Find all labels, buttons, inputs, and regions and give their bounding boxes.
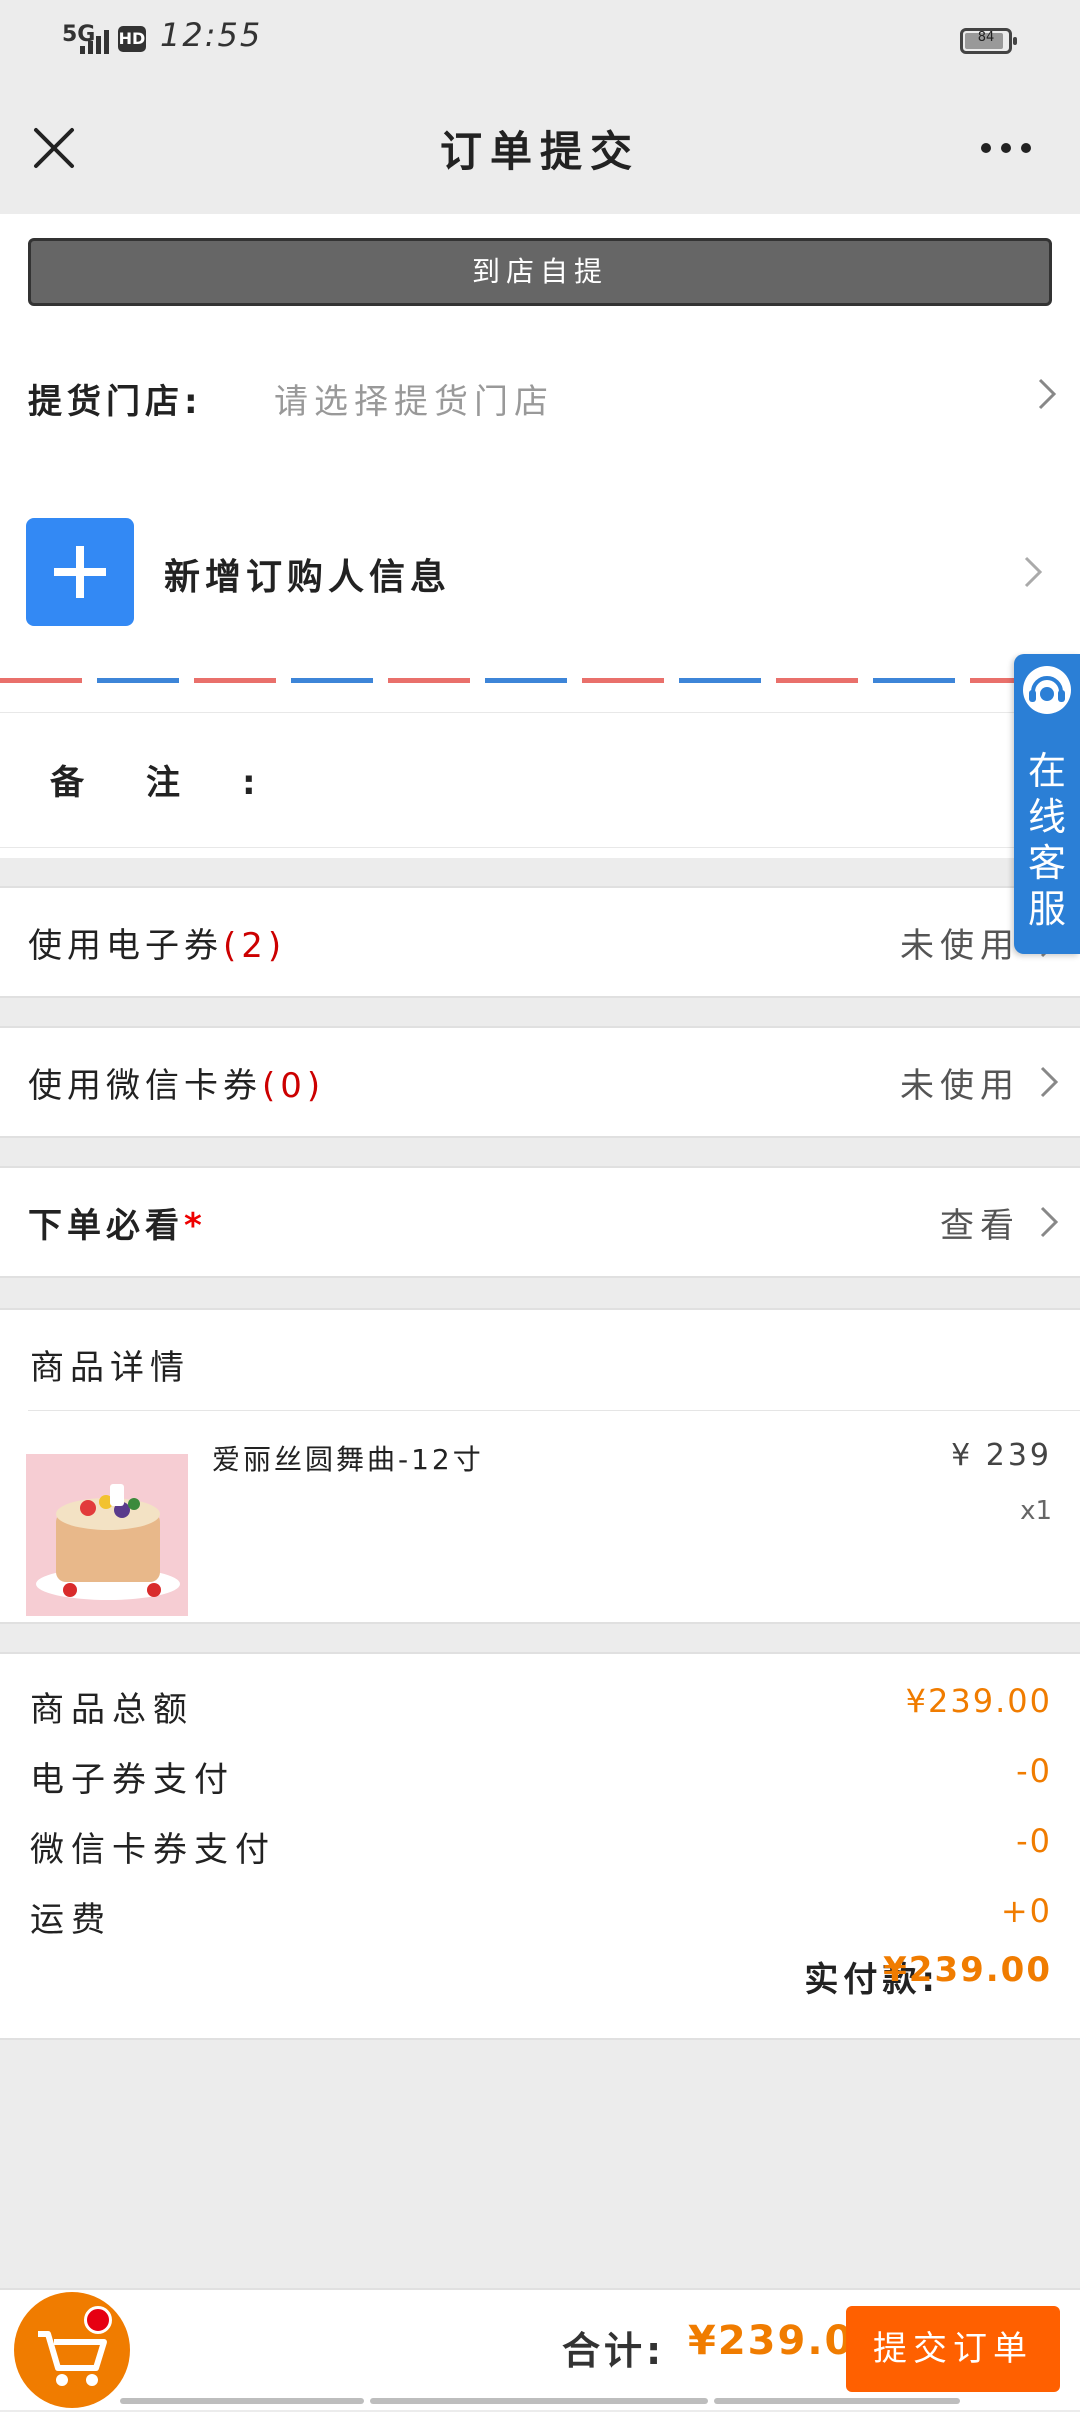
product-name: 爱丽丝圆舞曲-12寸 bbox=[212, 1443, 484, 1476]
divider bbox=[28, 1410, 1080, 1411]
chevron-right-icon bbox=[1040, 1066, 1059, 1098]
chevron-right-icon bbox=[1038, 378, 1057, 410]
summary-wechat-card-value: -0 bbox=[1016, 1822, 1052, 1860]
page-title: 订单提交 bbox=[439, 127, 640, 176]
footer-total-label: 合计: bbox=[562, 2329, 666, 2373]
price-summary: 商品总额 ¥239.00 电子券支付 -0 微信卡券支付 -0 运费 +0 实付… bbox=[0, 1652, 1080, 2040]
cart-icon bbox=[38, 2331, 107, 2386]
more-icon[interactable] bbox=[978, 124, 1034, 172]
store-select-row[interactable]: 提货门店: 请选择提货门店 bbox=[28, 360, 1058, 430]
scroll-indicator bbox=[714, 2398, 960, 2404]
summary-shipping-value: +0 bbox=[1000, 1892, 1052, 1930]
cake-image bbox=[26, 1454, 188, 1616]
add-buyer-row[interactable]: 新增订购人信息 bbox=[26, 518, 1056, 628]
wechat-card-row[interactable]: 使用微信卡券(0) 未使用 bbox=[0, 1026, 1080, 1138]
status-bar: 5G HD 12:55 84 bbox=[0, 0, 1080, 80]
e-coupon-label: 使用电子券(2) bbox=[28, 926, 287, 966]
product-quantity: x1 bbox=[1020, 1496, 1052, 1526]
headset-icon bbox=[1023, 666, 1071, 714]
store-label: 提货门店: bbox=[28, 382, 203, 422]
wechat-card-count: (0) bbox=[262, 1066, 326, 1106]
airmail-divider bbox=[0, 678, 1080, 684]
product-image[interactable] bbox=[26, 1454, 188, 1616]
summary-goods-total-label: 商品总额 bbox=[30, 1690, 194, 1730]
add-buyer-label: 新增订购人信息 bbox=[164, 557, 452, 598]
chevron-right-icon bbox=[1024, 556, 1043, 588]
order-notice-row[interactable]: 下单必看* 查看 bbox=[0, 1166, 1080, 1278]
summary-wechat-card-label: 微信卡券支付 bbox=[30, 1830, 276, 1870]
product-price: ¥ 239 bbox=[951, 1438, 1052, 1473]
summary-e-coupon-label: 电子券支付 bbox=[30, 1760, 235, 1800]
signal-icon bbox=[80, 30, 109, 54]
cart-badge bbox=[84, 2306, 112, 2334]
store-placeholder: 请选择提货门店 bbox=[274, 382, 554, 422]
submit-order-button[interactable]: 提交订单 bbox=[846, 2306, 1060, 2392]
clock: 12:55 bbox=[160, 16, 263, 54]
customer-service-label: 在线客服 bbox=[1027, 749, 1066, 931]
chevron-right-icon bbox=[1040, 1206, 1059, 1238]
summary-paid-value: ¥239.00 bbox=[883, 1950, 1052, 1990]
goods-title: 商品详情 bbox=[30, 1348, 190, 1388]
pickup-mode-button[interactable]: 到店自提 bbox=[28, 238, 1052, 306]
scroll-indicator bbox=[370, 2398, 708, 2404]
remark-row[interactable]: 备注: bbox=[0, 712, 1080, 848]
wechat-card-status: 未使用 bbox=[900, 1066, 1020, 1106]
battery-icon: 84 bbox=[960, 28, 1017, 54]
e-coupon-row[interactable]: 使用电子券(2) 未使用 bbox=[0, 886, 1080, 998]
order-notice-action: 查看 bbox=[940, 1206, 1020, 1246]
e-coupon-count: (2) bbox=[223, 926, 287, 966]
remark-label: 备注: bbox=[50, 763, 318, 803]
plus-icon bbox=[26, 518, 134, 626]
wechat-card-label: 使用微信卡券(0) bbox=[28, 1066, 326, 1106]
hd-badge: HD bbox=[118, 26, 146, 52]
required-mark: * bbox=[184, 1206, 207, 1246]
scroll-indicator bbox=[120, 2398, 364, 2404]
e-coupon-status: 未使用 bbox=[900, 926, 1020, 966]
goods-panel: 商品详情 爱丽丝圆舞曲-12寸 ¥ 239 x1 bbox=[0, 1308, 1080, 1624]
nav-bar: 订单提交 bbox=[0, 80, 1080, 214]
summary-e-coupon-value: -0 bbox=[1016, 1752, 1052, 1790]
order-notice-label: 下单必看* bbox=[28, 1206, 207, 1246]
cart-button[interactable] bbox=[14, 2292, 130, 2408]
summary-goods-total-value: ¥239.00 bbox=[905, 1682, 1052, 1720]
summary-shipping-label: 运费 bbox=[30, 1900, 112, 1940]
battery-level: 84 bbox=[977, 30, 995, 45]
customer-service-button[interactable]: 在线客服 bbox=[1014, 654, 1080, 954]
